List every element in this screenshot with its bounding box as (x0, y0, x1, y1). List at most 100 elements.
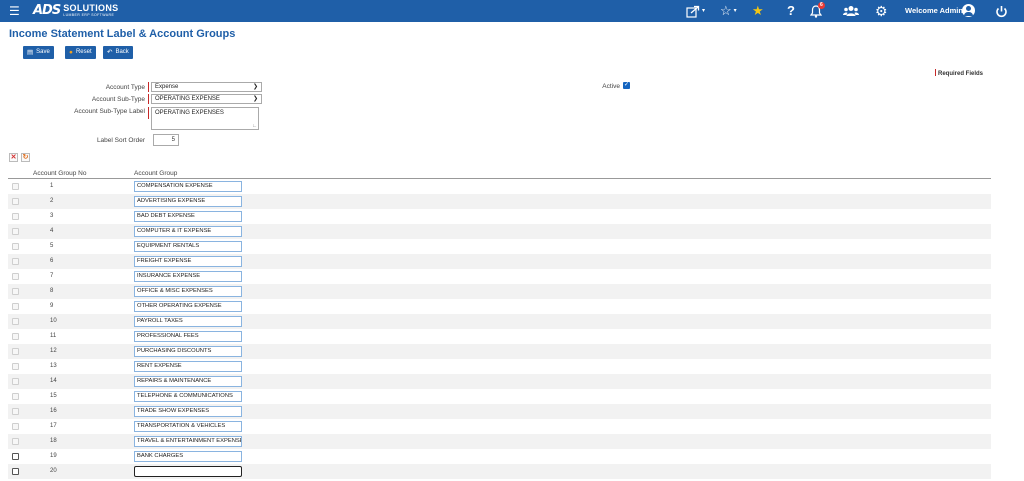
user-circle-icon[interactable] (962, 4, 975, 17)
row-checkbox[interactable] (12, 228, 19, 235)
chevron-down-icon: ❯ (252, 84, 258, 90)
row-checkbox[interactable] (12, 438, 19, 445)
logo-tagline: LUMBER ERP SOFTWARE (63, 13, 115, 17)
account-group-input[interactable]: TRAVEL & ENTERTAINMENT EXPENSE (134, 436, 242, 447)
reset-button-label: Reset (75, 49, 92, 55)
table-row: 20 (8, 464, 991, 479)
account-group-input[interactable]: TRANSPORTATION & VEHICLES (134, 421, 242, 432)
row-checkbox[interactable] (12, 408, 19, 415)
account-group-input[interactable]: INSURANCE EXPENSE (134, 271, 242, 282)
row-checkbox[interactable] (12, 288, 19, 295)
row-checkbox[interactable] (12, 378, 19, 385)
chevron-down-icon: ▾ (702, 8, 706, 14)
share-icon[interactable]: ▾ (686, 3, 705, 19)
account-group-input[interactable]: BANK CHARGES (134, 451, 242, 462)
account-group-table-header: Account Group No Account Group (8, 168, 991, 179)
account-group-input[interactable]: EQUIPMENT RENTALS (134, 241, 242, 252)
reset-button[interactable]: ● Reset (65, 46, 96, 59)
table-row: 7 INSURANCE EXPENSE (8, 269, 991, 284)
refresh-icon[interactable]: ↻ (21, 153, 30, 162)
account-group-no: 16 (50, 408, 57, 414)
row-checkbox[interactable] (12, 318, 19, 325)
table-row: 9 OTHER OPERATING EXPENSE (8, 299, 991, 314)
row-checkbox[interactable] (12, 303, 19, 310)
table-row: 15 TELEPHONE & COMMUNICATIONS (8, 389, 991, 404)
welcome-text: Welcome Admin (905, 6, 963, 15)
save-button[interactable]: ▤ Save (23, 46, 54, 59)
active-checkbox[interactable]: ✓ (623, 82, 630, 89)
account-group-input[interactable]: PROFESSIONAL FEES (134, 331, 242, 342)
account-group-no: 1 (50, 183, 54, 189)
account-group-input[interactable]: OTHER OPERATING EXPENSE (134, 301, 242, 312)
account-group-no: 4 (50, 228, 54, 234)
bell-icon[interactable]: 6 (810, 2, 825, 19)
required-marker (148, 94, 149, 104)
account-group-no: 8 (50, 288, 54, 294)
account-type-label: Account Type (105, 84, 145, 91)
account-group-no: 13 (50, 363, 57, 369)
required-fields-note: Required Fields (935, 69, 983, 77)
row-checkbox[interactable] (12, 333, 19, 340)
back-button[interactable]: ↶ Back (103, 46, 133, 59)
row-checkbox[interactable] (12, 348, 19, 355)
account-group-input-new[interactable] (134, 466, 242, 477)
account-group-input[interactable]: COMPENSATION EXPENSE (134, 181, 242, 192)
account-group-input[interactable]: PAYROLL TAXES (134, 316, 242, 327)
row-checkbox[interactable] (12, 273, 19, 280)
row-checkbox[interactable] (12, 393, 19, 400)
table-row: 17 TRANSPORTATION & VEHICLES (8, 419, 991, 434)
table-row: 11 PROFESSIONAL FEES (8, 329, 991, 344)
row-checkbox[interactable] (12, 258, 19, 265)
power-icon[interactable] (995, 3, 1008, 19)
row-checkbox[interactable] (12, 423, 19, 430)
row-checkbox[interactable] (12, 468, 19, 475)
account-group-input[interactable]: REPAIRS & MAINTENANCE (134, 376, 242, 387)
table-row: 19 BANK CHARGES (8, 449, 991, 464)
account-group-input[interactable]: ADVERTISING EXPENSE (134, 196, 242, 207)
active-label: Active (602, 83, 620, 90)
row-checkbox[interactable] (12, 183, 19, 190)
sort-order-input[interactable]: 5 (153, 134, 179, 146)
account-group-no: 18 (50, 438, 57, 444)
account-group-input[interactable]: COMPUTER & IT EXPENSE (134, 226, 242, 237)
account-group-input[interactable]: TRADE SHOW EXPENSES (134, 406, 242, 417)
required-marker (935, 69, 936, 76)
company-logo[interactable]: ADS SOLUTIONS LUMBER ERP SOFTWARE (33, 3, 118, 18)
account-type-select[interactable]: Expense ❯ (151, 82, 262, 92)
account-group-input[interactable]: PURCHASING DISCOUNTS (134, 346, 242, 357)
account-group-no: 10 (50, 318, 57, 324)
account-group-input[interactable]: OFFICE & MISC EXPENSES (134, 286, 242, 297)
account-group-no: 5 (50, 243, 54, 249)
resize-handle-icon[interactable]: ∟ (252, 123, 257, 129)
account-group-input[interactable]: RENT EXPENSE (134, 361, 242, 372)
account-group-no: 12 (50, 348, 57, 354)
row-checkbox[interactable] (12, 198, 19, 205)
help-icon[interactable]: ? (787, 3, 795, 19)
table-row: 14 REPAIRS & MAINTENANCE (8, 374, 991, 389)
star-filled-icon[interactable]: ★ (752, 3, 764, 19)
hamburger-icon[interactable]: ☰ (9, 4, 20, 18)
users-icon[interactable] (843, 3, 859, 19)
account-group-input[interactable]: TELEPHONE & COMMUNICATIONS (134, 391, 242, 402)
account-group-input[interactable]: BAD DEBT EXPENSE (134, 211, 242, 222)
account-subtype-select[interactable]: OPERATING EXPENSE ❯ (151, 94, 262, 104)
delete-icon[interactable]: ✕ (9, 153, 18, 162)
subtype-label-textarea[interactable]: OPERATING EXPENSES ∟ (151, 107, 259, 130)
row-checkbox[interactable] (12, 213, 19, 220)
table-row: 13 RENT EXPENSE (8, 359, 991, 374)
star-outline-icon[interactable]: ☆ ▾ (720, 3, 737, 19)
back-arrow-icon: ↶ (107, 49, 113, 56)
row-checkbox[interactable] (12, 363, 19, 370)
page-title: Income Statement Label & Account Groups (9, 28, 236, 40)
account-group-no: 17 (50, 423, 57, 429)
account-group-input[interactable]: FREIGHT EXPENSE (134, 256, 242, 267)
account-group-no: 15 (50, 393, 57, 399)
row-checkbox[interactable] (12, 453, 19, 460)
row-checkbox[interactable] (12, 243, 19, 250)
account-group-no: 6 (50, 258, 54, 264)
account-group-no: 14 (50, 378, 57, 384)
gear-icon[interactable]: ⚙ (875, 3, 888, 19)
table-row: 4 COMPUTER & IT EXPENSE (8, 224, 991, 239)
account-group-no: 11 (50, 333, 57, 339)
back-button-label: Back (115, 49, 129, 55)
